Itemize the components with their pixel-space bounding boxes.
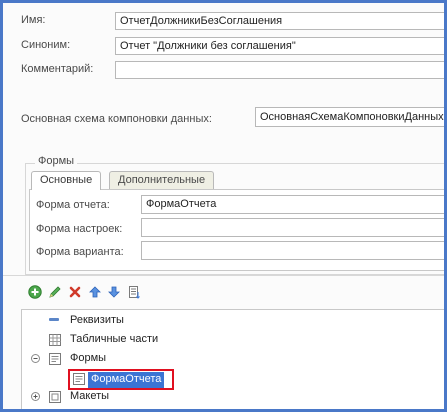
move-down-icon[interactable] bbox=[107, 285, 121, 299]
name-field[interactable]: ОтчетДолжникиБезСоглашения bbox=[115, 12, 444, 30]
tree-item-label: Табличные части bbox=[70, 333, 159, 345]
comment-field[interactable] bbox=[115, 61, 444, 79]
table-icon bbox=[49, 334, 61, 349]
forms-icon bbox=[49, 353, 61, 368]
settings-form-label: Форма настроек: bbox=[36, 223, 123, 235]
settings-form-field[interactable] bbox=[141, 218, 444, 237]
expand-icon[interactable] bbox=[31, 392, 40, 404]
comment-label: Комментарий: bbox=[21, 63, 94, 75]
sort-icon[interactable] bbox=[127, 285, 141, 299]
add-icon[interactable] bbox=[28, 285, 42, 299]
tab-additional[interactable]: Дополнительные bbox=[109, 171, 215, 189]
move-up-icon[interactable] bbox=[88, 285, 102, 299]
separator bbox=[3, 275, 444, 276]
report-properties-window: Имя: ОтчетДолжникиБезСоглашения Синоним:… bbox=[0, 0, 447, 412]
schema-field[interactable]: ОсновнаяСхемаКомпоновкиДанных bbox=[255, 107, 444, 127]
templates-icon bbox=[49, 391, 61, 406]
report-form-label: Форма отчета: bbox=[36, 199, 110, 211]
forms-group-title: Формы bbox=[35, 155, 78, 167]
synonym-label: Синоним: bbox=[21, 39, 71, 51]
report-form-field[interactable]: ФормаОтчета bbox=[141, 195, 444, 214]
tab-main[interactable]: Основные bbox=[31, 171, 102, 190]
tree-item-label: Реквизиты bbox=[70, 314, 124, 326]
edit-icon[interactable] bbox=[48, 285, 62, 299]
variant-form-label: Форма варианта: bbox=[36, 246, 124, 258]
schema-label: Основная схема компоновки данных: bbox=[21, 113, 212, 125]
attribute-icon bbox=[49, 318, 59, 321]
name-label: Имя: bbox=[21, 14, 46, 26]
variant-form-field[interactable] bbox=[141, 241, 444, 260]
tree-item-label: Формы bbox=[70, 352, 107, 364]
highlight-box bbox=[68, 369, 174, 390]
tree-item-label: Макеты bbox=[70, 390, 110, 402]
synonym-field[interactable]: Отчет "Должники без соглашения" bbox=[115, 37, 444, 55]
delete-icon[interactable] bbox=[68, 285, 82, 299]
collapse-icon[interactable] bbox=[31, 354, 40, 366]
